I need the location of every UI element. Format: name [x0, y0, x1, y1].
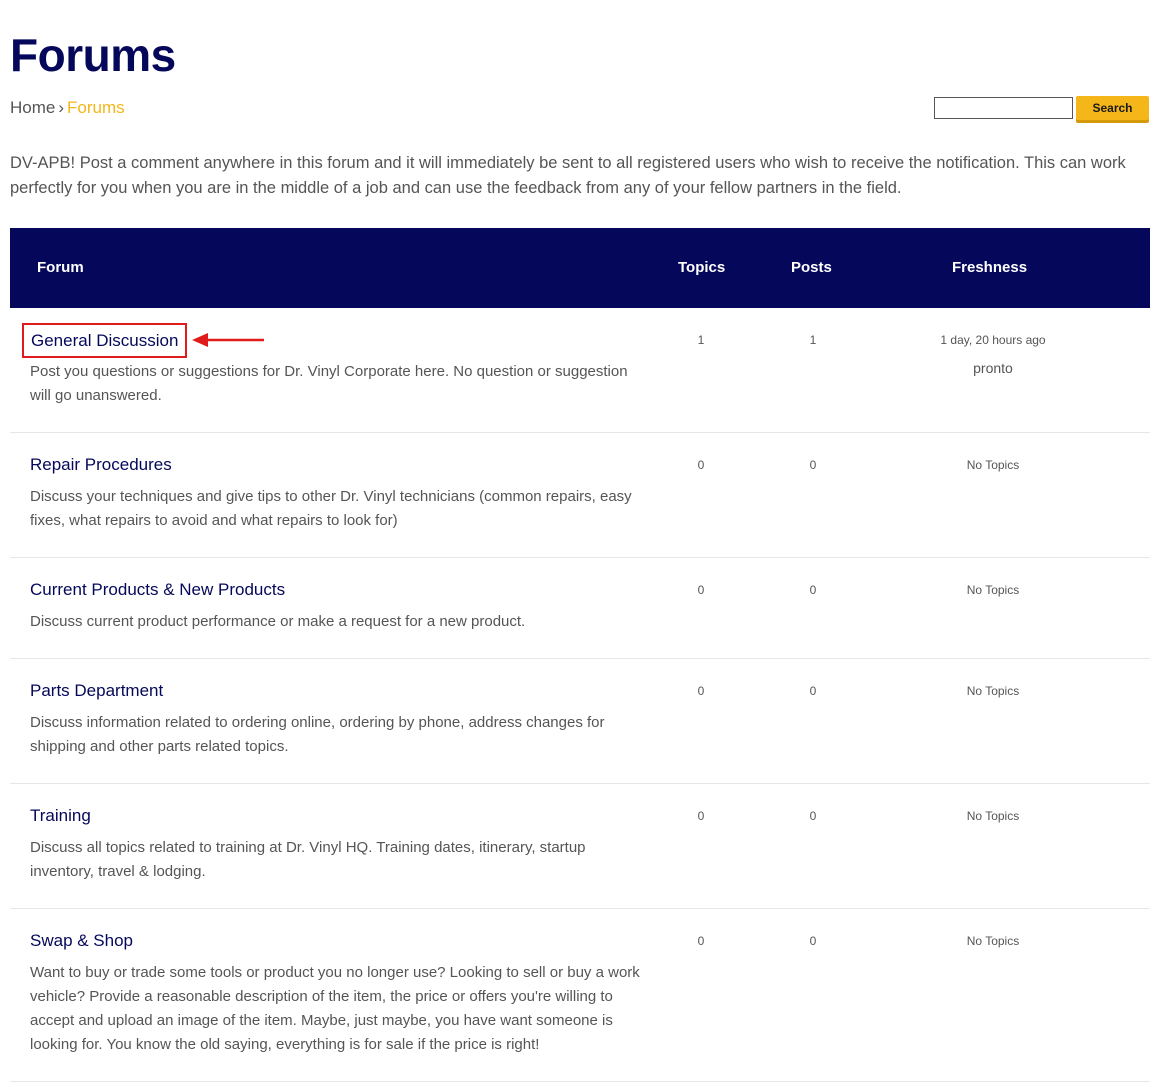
- freshness-link[interactable]: 1 day, 20 hours ago: [913, 333, 1073, 347]
- forum-row-training: Training Discuss all topics related to t…: [10, 784, 1150, 909]
- forum-link-repair-procedures[interactable]: Repair Procedures: [30, 455, 172, 475]
- forum-row-parts-department: Parts Department Discuss information rel…: [10, 659, 1150, 784]
- forum-link-training[interactable]: Training: [30, 806, 91, 826]
- freshness-author-link[interactable]: pronto: [913, 360, 1073, 376]
- post-count: 0: [809, 809, 817, 823]
- freshness-text: No Topics: [966, 809, 1020, 823]
- breadcrumb: Home › Forums: [10, 98, 125, 118]
- search-button[interactable]: Search: [1076, 96, 1149, 120]
- forum-intro-text: DV-APB! Post a comment anywhere in this …: [10, 154, 1126, 197]
- forum-link-current-products[interactable]: Current Products & New Products: [30, 580, 285, 600]
- forum-description: Discuss current product performance or m…: [30, 613, 526, 630]
- post-count: 0: [809, 684, 817, 698]
- forum-link-general-discussion[interactable]: General Discussion: [22, 323, 188, 358]
- forum-description: Discuss your techniques and give tips to…: [30, 488, 632, 529]
- header-forum: Forum: [37, 259, 84, 276]
- breadcrumb-current: Forums: [67, 98, 125, 117]
- topic-count: 0: [697, 458, 705, 472]
- header-freshness: Freshness: [952, 259, 1028, 276]
- post-count: 0: [809, 458, 817, 472]
- topic-count: 0: [697, 684, 705, 698]
- forum-row-swap-and-shop: Swap & Shop Want to buy or trade some to…: [10, 909, 1150, 1082]
- forum-link-swap-and-shop[interactable]: Swap & Shop: [30, 931, 133, 951]
- forum-row-repair-procedures: Repair Procedures Discuss your technique…: [10, 433, 1150, 558]
- topic-count: 1: [697, 333, 705, 347]
- post-count: 1: [809, 333, 817, 347]
- forum-description: Want to buy or trade some tools or produ…: [30, 964, 640, 1053]
- freshness-text: No Topics: [966, 934, 1020, 948]
- search-input[interactable]: [934, 97, 1073, 119]
- forum-description: Post you questions or suggestions for Dr…: [30, 363, 628, 404]
- freshness-text: No Topics: [966, 583, 1020, 597]
- breadcrumb-separator: ›: [58, 98, 65, 117]
- forum-description: Discuss information related to ordering …: [30, 714, 605, 755]
- page-title: Forums: [10, 29, 176, 81]
- breadcrumb-home-link[interactable]: Home: [10, 98, 55, 117]
- forum-table: Forum Topics Posts Freshness General Dis…: [10, 228, 1150, 1082]
- table-header: Forum Topics Posts Freshness: [10, 228, 1150, 308]
- topic-count: 0: [697, 934, 705, 948]
- header-posts: Posts: [791, 259, 832, 276]
- forum-row-current-products: Current Products & New Products Discuss …: [10, 558, 1150, 659]
- post-count: 0: [809, 583, 817, 597]
- forum-link-parts-department[interactable]: Parts Department: [30, 681, 163, 701]
- forum-row-general-discussion: General Discussion Post you questions or…: [10, 308, 1150, 433]
- forum-description: Discuss all topics related to training a…: [30, 839, 586, 880]
- header-topics: Topics: [678, 259, 726, 276]
- freshness-text: No Topics: [966, 684, 1020, 698]
- topic-count: 0: [697, 583, 705, 597]
- freshness-text: No Topics: [966, 458, 1020, 472]
- post-count: 0: [809, 934, 817, 948]
- topic-count: 0: [697, 809, 705, 823]
- left-arrow-icon: [192, 333, 264, 347]
